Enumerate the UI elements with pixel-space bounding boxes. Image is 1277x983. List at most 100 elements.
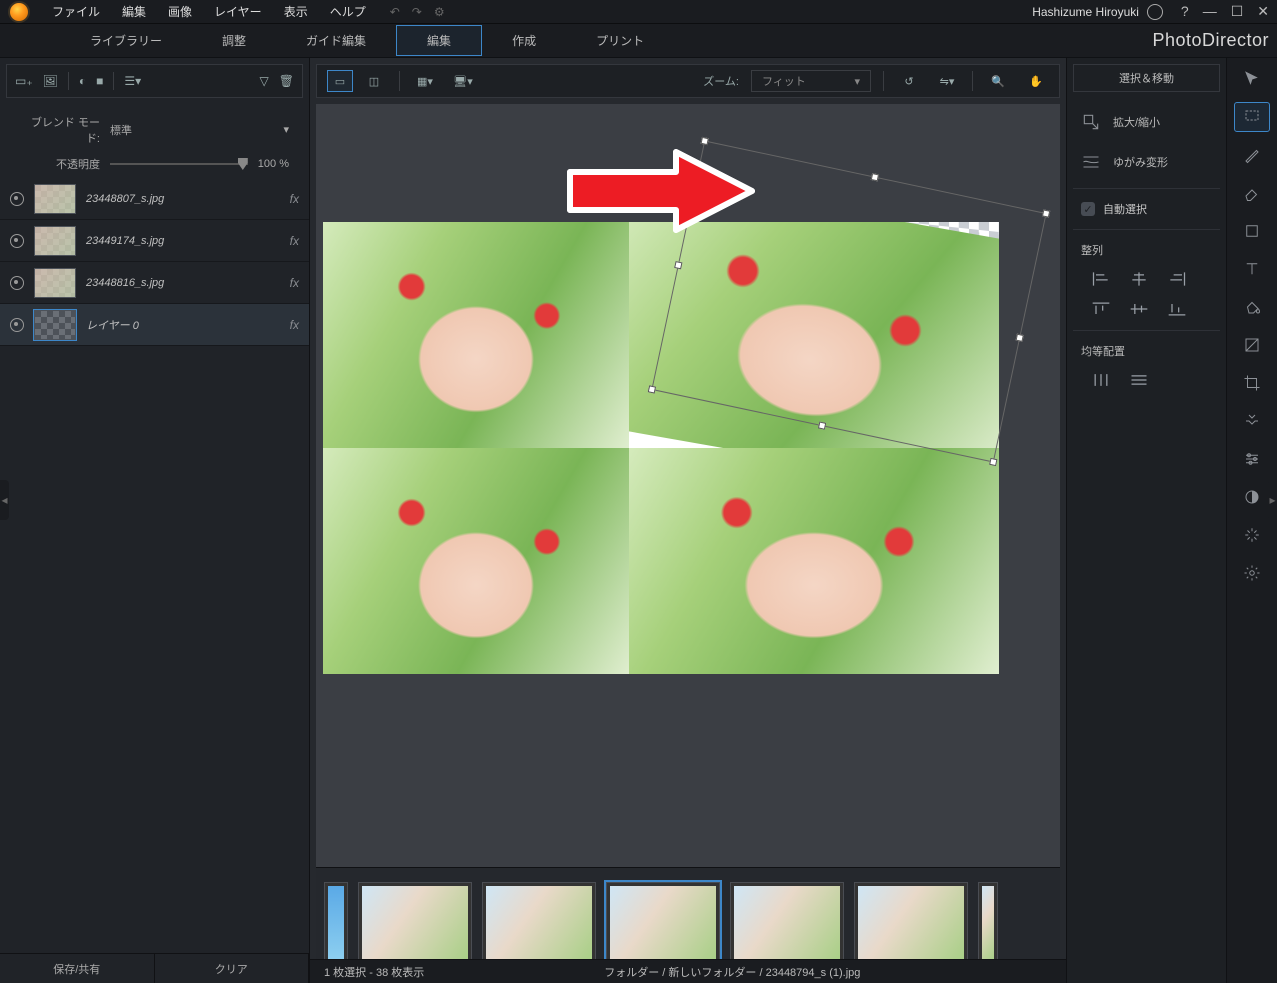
adjust-tool-icon[interactable] bbox=[1234, 444, 1270, 474]
minimize-icon[interactable]: — bbox=[1203, 3, 1217, 20]
filmstrip-thumbnail[interactable] bbox=[854, 882, 968, 964]
pen-tool-icon[interactable] bbox=[1234, 140, 1270, 170]
transform-handle[interactable] bbox=[871, 173, 879, 181]
align-top-icon[interactable] bbox=[1091, 300, 1111, 318]
tab-adjust[interactable]: 調整 bbox=[192, 26, 276, 55]
layer-fx-icon[interactable]: fx bbox=[290, 318, 299, 332]
help-icon[interactable]: ? bbox=[1181, 3, 1189, 20]
menu-layer[interactable]: レイヤー bbox=[214, 3, 262, 20]
heal-tool-icon[interactable] bbox=[1234, 406, 1270, 436]
gradient-tool-icon[interactable] bbox=[1234, 330, 1270, 360]
layer-fx-icon[interactable]: fx bbox=[290, 192, 299, 206]
distribute-h-icon[interactable] bbox=[1091, 371, 1111, 389]
text-tool-icon[interactable] bbox=[1234, 254, 1270, 284]
tab-print[interactable]: プリント bbox=[566, 26, 674, 55]
auto-select-checkbox[interactable]: ✓ 自動選択 bbox=[1073, 195, 1220, 223]
clear-button[interactable]: クリア bbox=[155, 954, 310, 983]
visibility-icon[interactable] bbox=[10, 318, 24, 332]
view-compare-icon[interactable]: ◫ bbox=[361, 70, 387, 92]
canvas-area[interactable] bbox=[316, 104, 1060, 867]
effects-tool-icon[interactable] bbox=[1234, 520, 1270, 550]
layer-name: 23448816_s.jpg bbox=[86, 277, 280, 289]
display-options-icon[interactable]: 🖥▾ bbox=[450, 70, 476, 92]
grid-overlay-icon[interactable]: ▦▾ bbox=[412, 70, 438, 92]
menu-view[interactable]: 表示 bbox=[284, 3, 308, 20]
more-settings-icon[interactable] bbox=[1234, 558, 1270, 588]
pan-tool-icon[interactable]: ✋ bbox=[1023, 70, 1049, 92]
add-image-layer-icon[interactable]: 🖼 bbox=[43, 74, 58, 88]
shape-tool-icon[interactable] bbox=[1234, 216, 1270, 246]
maximize-icon[interactable]: ☐ bbox=[1231, 3, 1244, 20]
layer-options-icon[interactable]: ☰▾ bbox=[124, 74, 141, 88]
move-tool-icon[interactable] bbox=[1234, 64, 1270, 94]
filmstrip-thumbnail[interactable] bbox=[324, 882, 348, 964]
filmstrip-thumbnail[interactable] bbox=[606, 882, 720, 964]
layer-row[interactable]: 23448807_s.jpg fx bbox=[0, 178, 309, 220]
align-right-icon[interactable] bbox=[1167, 270, 1187, 288]
transform-handle[interactable] bbox=[1042, 209, 1050, 217]
tab-guided[interactable]: ガイド編集 bbox=[276, 26, 396, 55]
visibility-icon[interactable] bbox=[10, 234, 24, 248]
align-center-h-icon[interactable] bbox=[1129, 270, 1149, 288]
flip-icon[interactable]: ⇋▾ bbox=[934, 70, 960, 92]
rotate-left-icon[interactable]: ↺ bbox=[896, 70, 922, 92]
visibility-icon[interactable] bbox=[10, 276, 24, 290]
redo-icon[interactable]: ↷ bbox=[412, 5, 422, 19]
transform-handle[interactable] bbox=[701, 137, 709, 145]
tool-scale[interactable]: 拡大/縮小 bbox=[1073, 102, 1220, 142]
layers-panel: ▭₊ 🖼 ◐ ■ ☰▾ ▽ 🗑 ブレンド モード: 標準▾ 不透明度 100 % bbox=[0, 58, 310, 983]
layer-row[interactable]: 23449174_s.jpg fx bbox=[0, 220, 309, 262]
mask-icon[interactable]: ◐ bbox=[79, 74, 86, 88]
menu-file[interactable]: ファイル bbox=[52, 3, 100, 20]
menu-edit[interactable]: 編集 bbox=[122, 3, 146, 20]
opacity-slider[interactable] bbox=[110, 163, 248, 165]
menu-image[interactable]: 画像 bbox=[168, 3, 192, 20]
checkbox-icon: ✓ bbox=[1081, 202, 1095, 216]
distribute-v-icon[interactable] bbox=[1129, 371, 1149, 389]
zoom-tool-icon[interactable]: 🔍 bbox=[985, 70, 1011, 92]
transform-handle[interactable] bbox=[818, 421, 826, 429]
filmstrip-thumbnail[interactable] bbox=[978, 882, 998, 964]
transform-handle[interactable] bbox=[989, 458, 997, 466]
eraser-tool-icon[interactable] bbox=[1234, 178, 1270, 208]
tab-edit[interactable]: 編集 bbox=[396, 25, 482, 56]
add-layer-icon[interactable]: ▭₊ bbox=[15, 74, 33, 88]
tab-create[interactable]: 作成 bbox=[482, 26, 566, 55]
undo-icon[interactable]: ↶ bbox=[390, 5, 400, 19]
transform-handle[interactable] bbox=[1016, 333, 1024, 341]
filmstrip-thumbnail[interactable] bbox=[730, 882, 844, 964]
tool-distort[interactable]: ゆがみ変形 bbox=[1073, 142, 1220, 182]
filmstrip-thumbnail[interactable] bbox=[482, 882, 596, 964]
settings-gear-icon[interactable]: ⚙ bbox=[434, 5, 445, 19]
visibility-icon[interactable] bbox=[10, 192, 24, 206]
delete-layer-icon[interactable]: 🗑 bbox=[279, 74, 294, 88]
view-single-icon[interactable]: ▭ bbox=[327, 70, 353, 92]
right-panel-collapse-icon[interactable]: ▸ bbox=[1268, 480, 1277, 520]
zoom-dropdown[interactable]: フィット▾ bbox=[751, 70, 871, 92]
align-bottom-icon[interactable] bbox=[1167, 300, 1187, 318]
align-center-v-icon[interactable] bbox=[1129, 300, 1149, 318]
layer-row[interactable]: レイヤー 0 fx bbox=[0, 304, 309, 346]
user-account[interactable]: Hashizume Hiroyuki bbox=[1032, 4, 1163, 20]
shape-icon[interactable]: ■ bbox=[96, 74, 103, 88]
menu-help[interactable]: ヘルプ bbox=[330, 3, 366, 20]
align-left-icon[interactable] bbox=[1091, 270, 1111, 288]
save-share-button[interactable]: 保存/共有 bbox=[0, 954, 155, 983]
crop-tool-icon[interactable] bbox=[1234, 368, 1270, 398]
layer-fx-icon[interactable]: fx bbox=[290, 234, 299, 248]
left-panel-collapse-icon[interactable]: ◂ bbox=[0, 480, 9, 520]
close-icon[interactable]: ✕ bbox=[1257, 3, 1269, 20]
filmstrip-thumbnail[interactable] bbox=[358, 882, 472, 964]
blend-mode-dropdown[interactable]: 標準▾ bbox=[110, 122, 289, 139]
selection-tool-icon[interactable] bbox=[1234, 102, 1270, 132]
blur-tool-icon[interactable] bbox=[1234, 482, 1270, 512]
transform-handle[interactable] bbox=[648, 385, 656, 393]
tab-library[interactable]: ライブラリー bbox=[60, 26, 192, 55]
layer-row[interactable]: 23448816_s.jpg fx bbox=[0, 262, 309, 304]
transform-handle[interactable] bbox=[674, 261, 682, 269]
layer-fx-icon[interactable]: fx bbox=[290, 276, 299, 290]
tool-scale-label: 拡大/縮小 bbox=[1113, 114, 1160, 130]
fill-tool-icon[interactable] bbox=[1234, 292, 1270, 322]
zoom-label: ズーム: bbox=[703, 73, 739, 89]
filter-icon[interactable]: ▽ bbox=[260, 74, 269, 88]
